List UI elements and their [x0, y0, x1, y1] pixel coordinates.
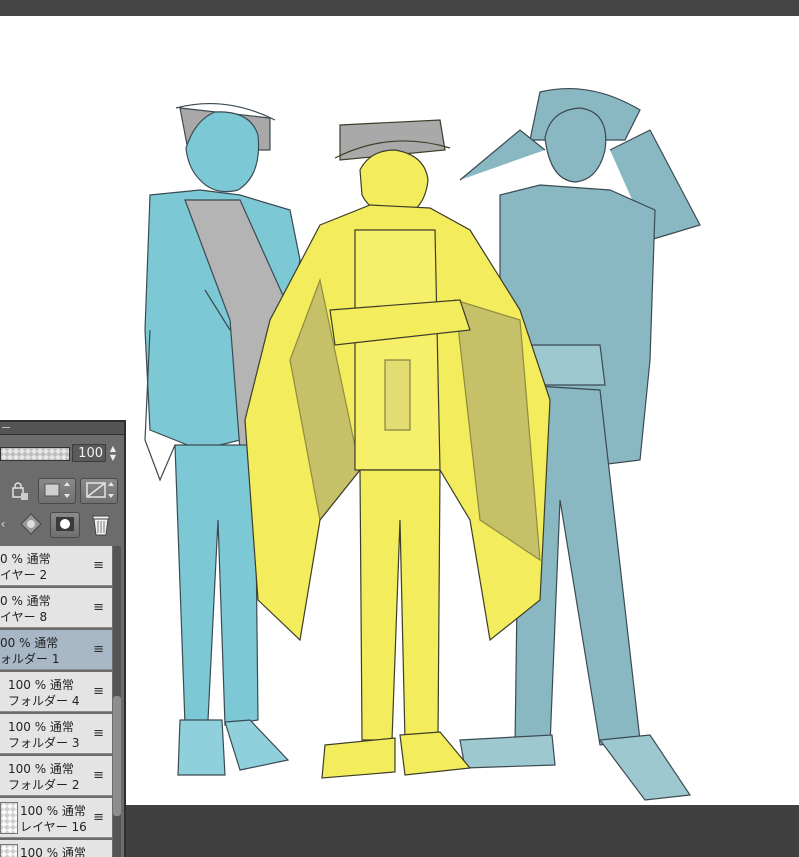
layer-opacity-mode: 100 % 通常: [20, 804, 86, 818]
opacity-row: 100 ▲ ▼: [0, 442, 124, 464]
layer-opacity-mode: 100 % 通常: [8, 720, 74, 734]
layer-item-selected[interactable]: 00 % 通常 ォルダー 1 ≡: [0, 630, 112, 670]
layer-menu-icon[interactable]: ≡: [93, 642, 104, 657]
chevron-left-icon[interactable]: ‹: [0, 512, 12, 538]
layer-opacity-mode: 100 % 通常: [8, 762, 74, 776]
layer-item[interactable]: 100 % 通常 フォルダー 2 ≡: [0, 756, 112, 796]
layer-menu-icon[interactable]: ≡: [93, 600, 104, 615]
layer-menu-icon[interactable]: ≡: [93, 810, 104, 825]
layer-thumbnail: [0, 844, 18, 857]
layer-name: イヤー 2: [0, 568, 48, 582]
layer-item[interactable]: 0 % 通常 イヤー 2 ≡: [0, 546, 112, 586]
layer-name: イヤー 8: [0, 610, 48, 624]
opacity-spinner-icon[interactable]: ▲ ▼: [106, 444, 120, 462]
layer-item[interactable]: 0 % 通常 イヤー 8 ≡: [0, 588, 112, 628]
layer-list-scrollbar[interactable]: [113, 546, 121, 857]
panel-title-bar[interactable]: [0, 422, 124, 435]
top-toolbar: [0, 0, 799, 16]
reference-icon[interactable]: [80, 478, 118, 504]
layer-item[interactable]: 100 % 通常 レイヤー 16 ≡: [0, 798, 112, 838]
opacity-slider[interactable]: [0, 447, 70, 461]
mask-icon[interactable]: [50, 512, 80, 538]
opacity-value-input[interactable]: 100: [72, 444, 106, 462]
layer-menu-icon[interactable]: ≡: [93, 726, 104, 741]
layer-opacity-mode: 0 % 通常: [0, 552, 51, 566]
layer-tools-row-1: [0, 476, 124, 506]
layer-opacity-mode: 100 % 通常: [20, 846, 86, 857]
layer-menu-icon[interactable]: ≡: [93, 684, 104, 699]
trash-icon[interactable]: [86, 512, 116, 538]
layer-tools-row-2: ‹: [0, 510, 124, 540]
layer-settings-icon[interactable]: [18, 512, 44, 538]
layer-name: フォルダー 3: [8, 736, 80, 750]
layer-panel: 100 ▲ ▼ ‹ 0 % 通常 イヤー 2 ≡ 0 % 通常 イヤー 8 ≡ …: [0, 420, 126, 857]
layer-list: 0 % 通常 イヤー 2 ≡ 0 % 通常 イヤー 8 ≡ 00 % 通常 ォル…: [0, 546, 112, 857]
layer-item[interactable]: 100 % 通常: [0, 840, 112, 857]
layer-item[interactable]: 100 % 通常 フォルダー 3 ≡: [0, 714, 112, 754]
layer-menu-icon[interactable]: ≡: [93, 768, 104, 783]
layer-name: フォルダー 2: [8, 778, 80, 792]
layer-opacity-mode: 00 % 通常: [0, 636, 59, 650]
layer-item[interactable]: 100 % 通常 フォルダー 4 ≡: [0, 672, 112, 712]
layer-thumbnail: [0, 802, 18, 834]
clip-icon[interactable]: [38, 478, 76, 504]
layer-menu-icon[interactable]: ≡: [93, 558, 104, 573]
panel-grip-icon[interactable]: [2, 427, 10, 428]
layer-opacity-mode: 0 % 通常: [0, 594, 51, 608]
layer-name: ォルダー 1: [0, 652, 60, 666]
scrollbar-thumb[interactable]: [113, 696, 121, 816]
layer-name: レイヤー 16: [20, 820, 87, 834]
lock-icon[interactable]: [4, 478, 34, 504]
layer-name: フォルダー 4: [8, 694, 80, 708]
layer-opacity-mode: 100 % 通常: [8, 678, 74, 692]
